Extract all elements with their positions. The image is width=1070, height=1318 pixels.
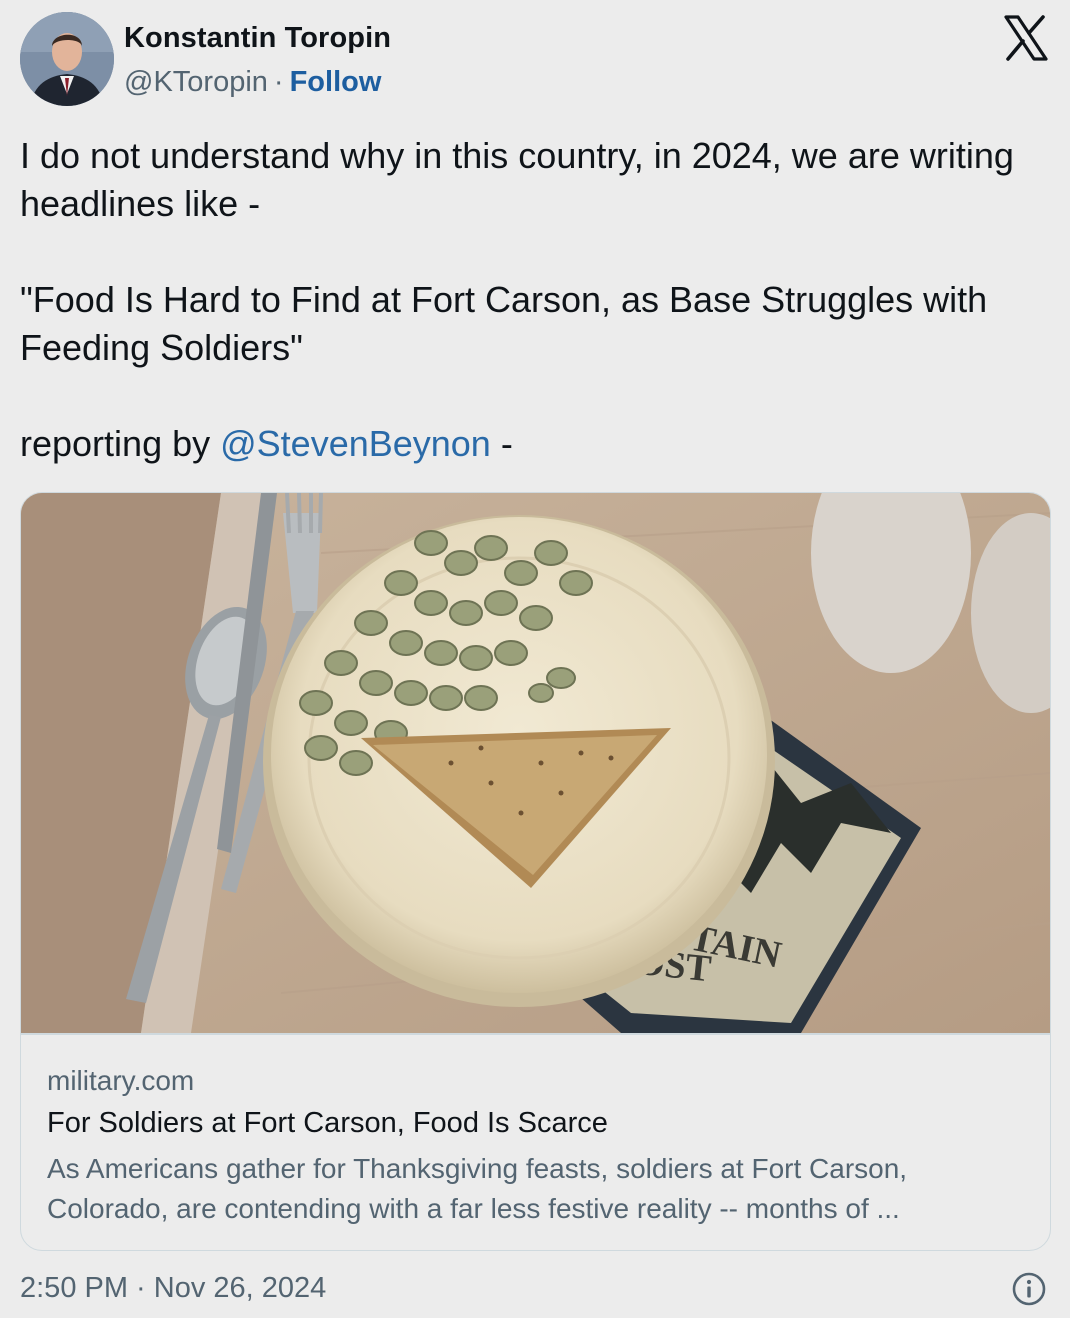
tweet-timestamp[interactable]: 2:50 PM · Nov 26, 2024 [20,1272,326,1305]
reporting-suffix: - [490,423,513,464]
tweet-text-line-3: reporting by @StevenBeynon - [20,420,1030,468]
author-meta: @KToropin · Follow [124,66,381,99]
info-icon[interactable] [1012,1272,1046,1306]
card-description-line-1: As Americans gather for Thanksgiving fea… [47,1153,908,1184]
card-domain: military.com [47,1065,195,1096]
author-avatar[interactable] [20,12,114,106]
card-image[interactable]: NTAIN POST [21,493,1050,1033]
tweet-text-line-1: I do not understand why in this country,… [20,135,1014,224]
reporting-prefix: reporting by [20,423,221,464]
card-divider [21,1033,1050,1035]
mention-link[interactable]: @StevenBeynon [220,423,491,464]
link-preview-card[interactable]: NTAIN POST [20,492,1051,1251]
avatar-image [20,12,114,106]
separator: · [273,66,284,98]
tweet-text-line-2: "Food Is Hard to Find at Fort Carson, as… [20,279,988,368]
author-name[interactable]: Konstantin Toropin [124,22,391,55]
tweet-text: I do not understand why in this country,… [20,132,1030,468]
food-tray-photo: NTAIN POST [21,493,1050,1033]
author-handle[interactable]: @KToropin [124,66,268,98]
card-description: As Americans gather for Thanksgiving fea… [47,1149,1027,1229]
card-description-line-2: Colorado, are contending with a far less… [47,1193,900,1224]
tweet-embed: Konstantin Toropin @KToropin · Follow I do… [0,0,1070,1318]
x-logo-icon[interactable] [1002,14,1050,62]
card-title: For Soldiers at Fort Carson, Food Is Sca… [47,1107,608,1139]
follow-link[interactable]: Follow [290,66,382,98]
